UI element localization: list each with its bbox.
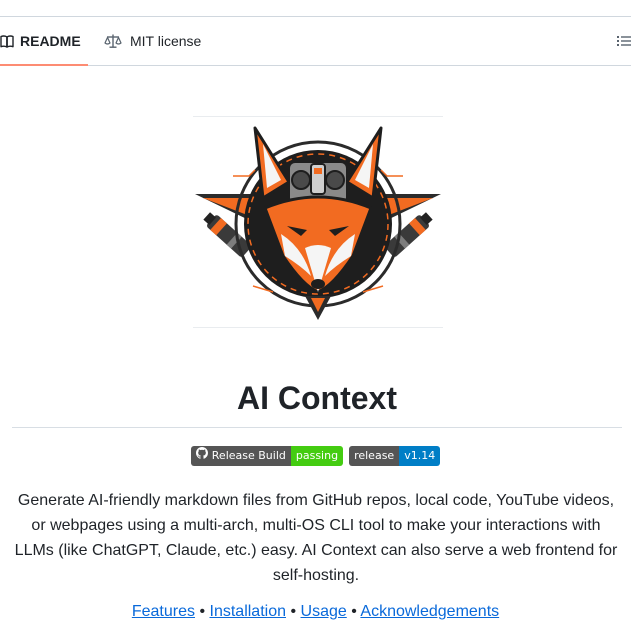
book-icon [0, 33, 14, 49]
readme-tab-bar: README MIT license [0, 17, 631, 66]
link-acknowledgements[interactable]: Acknowledgements [360, 603, 499, 620]
outline-button[interactable] [617, 33, 631, 49]
link-separator: • [351, 603, 357, 620]
release-build-badge[interactable]: Release Build passing [190, 446, 344, 466]
tab-license[interactable]: MIT license [104, 17, 201, 65]
fox-logo [193, 116, 443, 328]
release-build-badge-left: Release Build [190, 446, 291, 466]
link-features[interactable]: Features [132, 603, 195, 620]
project-description: Generate AI-friendly markdown files from… [14, 492, 618, 584]
badge-row: Release Build passing release v1.14 [0, 446, 631, 466]
tab-readme-label: README [20, 32, 81, 49]
top-border [0, 0, 631, 17]
link-separator: • [290, 603, 297, 620]
release-build-badge-status: passing [290, 446, 344, 466]
link-usage[interactable]: Usage [301, 603, 347, 620]
list-unordered-icon [617, 36, 631, 53]
release-version-badge[interactable]: release v1.14 [349, 446, 441, 466]
readme-panel: README MIT license AI Context Release Bu… [0, 0, 631, 631]
logo-bottom-rule [193, 327, 443, 328]
link-installation[interactable]: Installation [210, 603, 287, 620]
tab-license-label: MIT license [130, 33, 202, 49]
tab-readme[interactable]: README [0, 17, 88, 66]
release-build-badge-label: Release Build [211, 449, 286, 462]
link-separator: • [199, 603, 206, 620]
law-scale-icon [104, 33, 122, 49]
fox-logo-image [195, 126, 441, 320]
section-links: Features • Installation • Usage • Acknow… [0, 600, 631, 624]
release-version-badge-value: v1.14 [399, 446, 441, 466]
github-icon [195, 446, 208, 466]
page-title: AI Context [12, 372, 622, 428]
logo-top-rule [193, 116, 443, 117]
release-version-badge-label: release [349, 446, 400, 466]
